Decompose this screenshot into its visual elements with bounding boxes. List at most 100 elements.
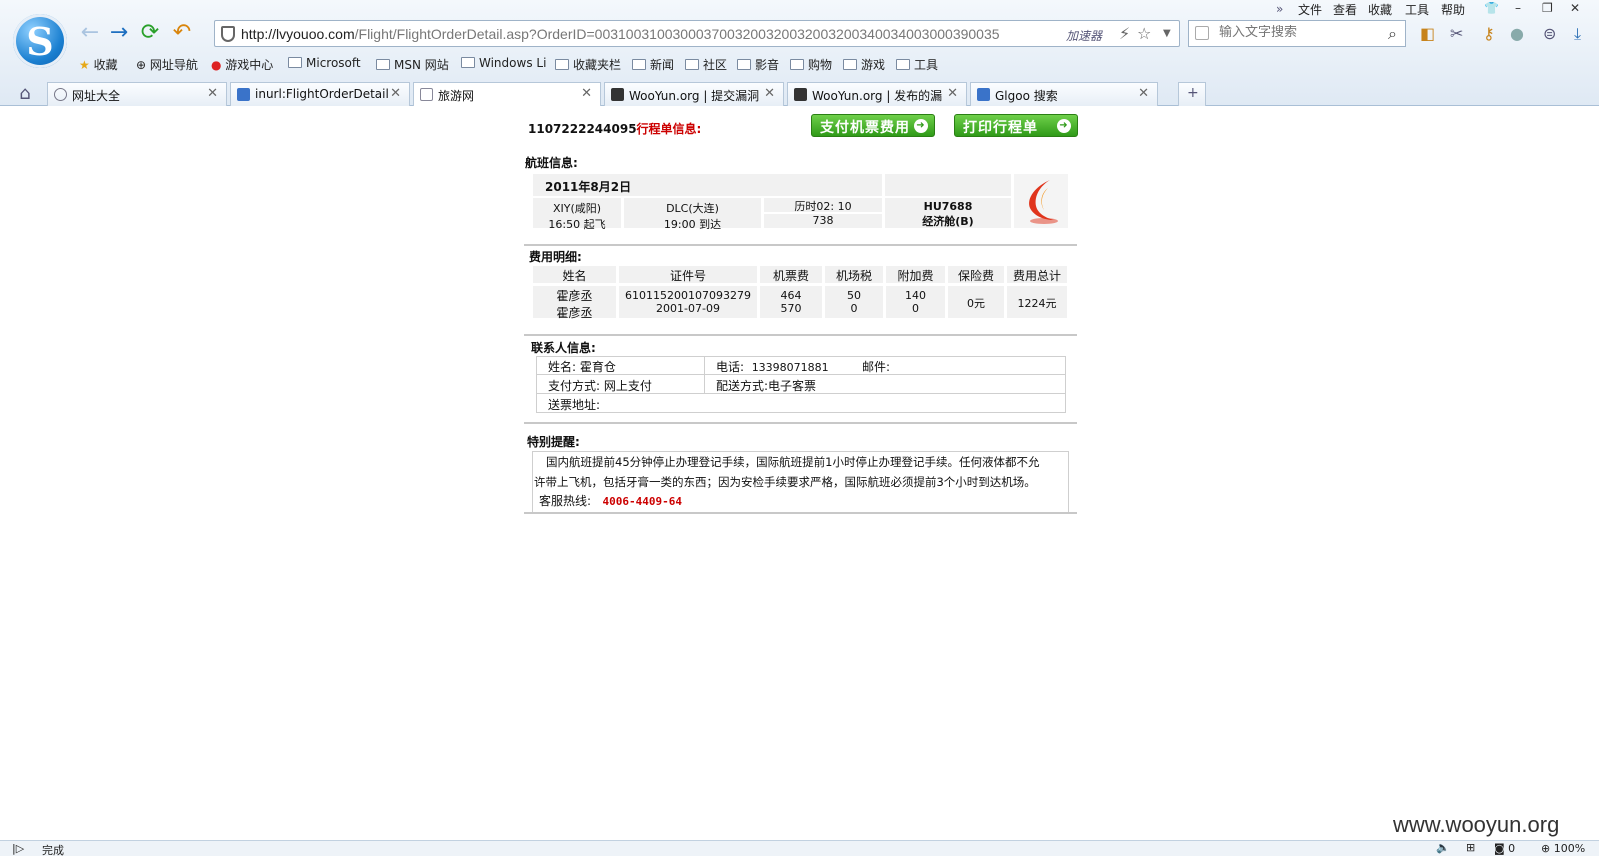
fav-item-tools[interactable]: 工具 bbox=[896, 56, 938, 73]
tab-wooyun-submit[interactable]: WooYun.org | 提交漏洞 ✕ bbox=[604, 82, 784, 106]
forward-icon[interactable]: → bbox=[106, 20, 132, 46]
payment-label: 支付方式: bbox=[548, 379, 601, 393]
undo-icon[interactable]: ↶ bbox=[169, 20, 195, 46]
scissors-icon[interactable]: ✂ bbox=[1450, 24, 1463, 43]
airline-logo bbox=[1014, 174, 1068, 228]
new-tab-button[interactable]: + bbox=[1178, 82, 1206, 106]
page-content: 1107222244095行程单信息: 支付机票费用 ➜ 打印行程单 ➜ 航班信息:… bbox=[0, 106, 1599, 840]
minimize-icon[interactable]: – bbox=[1515, 1, 1521, 15]
fav-item-favbar[interactable]: 收藏夹栏 bbox=[555, 56, 621, 73]
hotline-number: 4006-4409-64 bbox=[602, 495, 682, 508]
folder-icon bbox=[376, 59, 390, 70]
fav-item-shopping[interactable]: 购物 bbox=[790, 56, 832, 73]
fav-item-microsoft[interactable]: Microsoft bbox=[288, 56, 361, 70]
fav-item-msn[interactable]: MSN 网站 bbox=[376, 56, 449, 73]
tab-glgoo[interactable]: Glgoo 搜索 ✕ bbox=[970, 82, 1158, 106]
menu-view[interactable]: 查看 bbox=[1333, 1, 1357, 18]
dropdown-arrow-icon[interactable]: ▼ bbox=[1163, 28, 1171, 39]
delivery-method-row: 配送方式:电子客票 bbox=[716, 377, 816, 394]
fees-section-title: 费用明细: bbox=[529, 250, 582, 264]
flight-blank-cell bbox=[885, 174, 1011, 196]
close-tab-icon[interactable]: ✕ bbox=[390, 86, 401, 101]
aircraft-code: 738 bbox=[764, 214, 882, 228]
fee-cell-ticket: 464 570 bbox=[760, 286, 822, 318]
address-bar[interactable]: http://lvyouoo.com/Flight/FlightOrderDet… bbox=[214, 20, 1180, 47]
tab-inurl-search[interactable]: inurl:FlightOrderDetail. ✕ bbox=[230, 82, 410, 106]
skin-icon[interactable]: 👕 bbox=[1484, 1, 1499, 15]
arrival-time: 19:00 到达 bbox=[663, 218, 722, 231]
flight-number: HU7688 bbox=[923, 200, 973, 213]
sidebar-toggle-icon[interactable]: |▷ bbox=[12, 842, 24, 855]
contact-name: 霍育仓 bbox=[579, 360, 616, 374]
key-icon[interactable]: ⚷ bbox=[1483, 24, 1495, 43]
star-icon[interactable]: ☆ bbox=[1137, 24, 1151, 43]
volume-icon[interactable]: 🔈 bbox=[1436, 841, 1450, 854]
surcharge: 0 bbox=[912, 302, 919, 315]
screenshot-icon[interactable]: ⊞ bbox=[1466, 841, 1475, 854]
close-tab-icon[interactable]: ✕ bbox=[764, 86, 775, 101]
fav-item-games[interactable]: ● 游戏中心 bbox=[211, 56, 273, 73]
divider bbox=[524, 512, 1077, 514]
close-tab-icon[interactable]: ✕ bbox=[1138, 86, 1149, 101]
lightning-icon[interactable]: ⚡ bbox=[1119, 24, 1130, 43]
fee-header-id: 证件号 bbox=[619, 266, 757, 283]
refresh-icon[interactable]: ⟳ bbox=[137, 20, 163, 46]
fav-item-nav[interactable]: ⊕ 网址导航 bbox=[136, 56, 198, 73]
menu-favorites[interactable]: 收藏 bbox=[1368, 1, 1392, 18]
fav-item-community[interactable]: 社区 bbox=[685, 56, 727, 73]
fav-item-games-folder[interactable]: 游戏 bbox=[843, 56, 885, 73]
zoom-level[interactable]: ⊕ 100% bbox=[1541, 842, 1585, 855]
search-engine-icon[interactable] bbox=[1195, 26, 1209, 40]
notice-section-title: 特别提醒: bbox=[527, 435, 580, 449]
airport-tax: 0 bbox=[850, 302, 858, 315]
folder-icon bbox=[843, 59, 857, 70]
departure-city: XIY(咸阳) bbox=[552, 202, 602, 215]
search-tab-icon bbox=[237, 88, 250, 101]
accelerator-label[interactable]: 加速器 bbox=[1066, 27, 1102, 44]
fav-item-news[interactable]: 新闻 bbox=[632, 56, 674, 73]
settings-icon[interactable]: ⊜ bbox=[1543, 24, 1556, 43]
arrow-right-icon: ➜ bbox=[914, 119, 928, 133]
home-icon[interactable]: ⌂ bbox=[12, 81, 38, 107]
chat-icon[interactable]: ● bbox=[1510, 24, 1524, 43]
surcharge: 140 bbox=[905, 289, 926, 302]
divider bbox=[524, 422, 1077, 424]
print-itinerary-button[interactable]: 打印行程单 ➜ bbox=[954, 114, 1078, 137]
close-tab-icon[interactable]: ✕ bbox=[207, 86, 218, 101]
close-tab-icon[interactable]: ✕ bbox=[581, 86, 592, 101]
sidebar-icon[interactable]: ◧ bbox=[1420, 24, 1435, 43]
fav-item-collect[interactable]: ★ 收藏 bbox=[79, 56, 118, 73]
flight-number-cell: HU7688 经济舱(B) bbox=[885, 198, 1011, 228]
fav-item-windows-live[interactable]: Windows Li bbox=[461, 56, 546, 70]
search-icon[interactable]: ⌕ bbox=[1388, 24, 1397, 44]
menu-file[interactable]: 文件 bbox=[1298, 1, 1322, 18]
fav-item-video[interactable]: 影音 bbox=[737, 56, 779, 73]
watermark: www.wooyun.org bbox=[1393, 812, 1560, 837]
flight-duration: 历时02: 10 bbox=[764, 198, 882, 213]
folder-icon bbox=[461, 57, 475, 68]
hainan-airlines-logo-icon bbox=[1029, 180, 1058, 224]
folder-icon bbox=[288, 57, 302, 68]
address-url[interactable]: http://lvyouoo.com/Flight/FlightOrderDet… bbox=[241, 26, 1000, 42]
folder-icon bbox=[685, 59, 699, 70]
menu-help[interactable]: 帮助 bbox=[1441, 1, 1465, 18]
search-input[interactable] bbox=[1219, 25, 1369, 40]
download-icon[interactable]: ⤓ bbox=[1574, 24, 1581, 44]
restore-icon[interactable]: ❐ bbox=[1542, 1, 1553, 15]
close-window-icon[interactable]: ✕ bbox=[1570, 1, 1580, 15]
tab-wooyun-published[interactable]: WooYun.org | 发布的漏 ✕ bbox=[787, 82, 967, 106]
order-title: 行程单信息: bbox=[636, 122, 702, 136]
tab-url-all[interactable]: 网址大全 ✕ bbox=[47, 82, 227, 106]
search-box[interactable]: ⌕ bbox=[1188, 20, 1406, 47]
menu-tools[interactable]: 工具 bbox=[1405, 1, 1429, 18]
tab-travel[interactable]: 旅游网 ✕ bbox=[413, 82, 601, 107]
pay-ticket-button[interactable]: 支付机票费用 ➜ bbox=[811, 114, 935, 137]
adblock-count[interactable]: ◙ 0 bbox=[1494, 842, 1515, 855]
back-icon[interactable]: ← bbox=[77, 20, 103, 46]
arrival-city: DLC(大连) bbox=[666, 202, 719, 215]
browser-chrome: S ← → ⟳ ↶ http://lvyouoo.com/Flight/Flig… bbox=[0, 0, 1599, 107]
more-icon[interactable]: » bbox=[1276, 2, 1283, 16]
notice-line-2: 许带上飞机，包括牙膏一类的东西；因为安检手续要求严格，国际航班必须提前3个小时到… bbox=[534, 475, 1036, 489]
close-tab-icon[interactable]: ✕ bbox=[947, 86, 958, 101]
arrow-right-icon: ➜ bbox=[1057, 119, 1071, 133]
